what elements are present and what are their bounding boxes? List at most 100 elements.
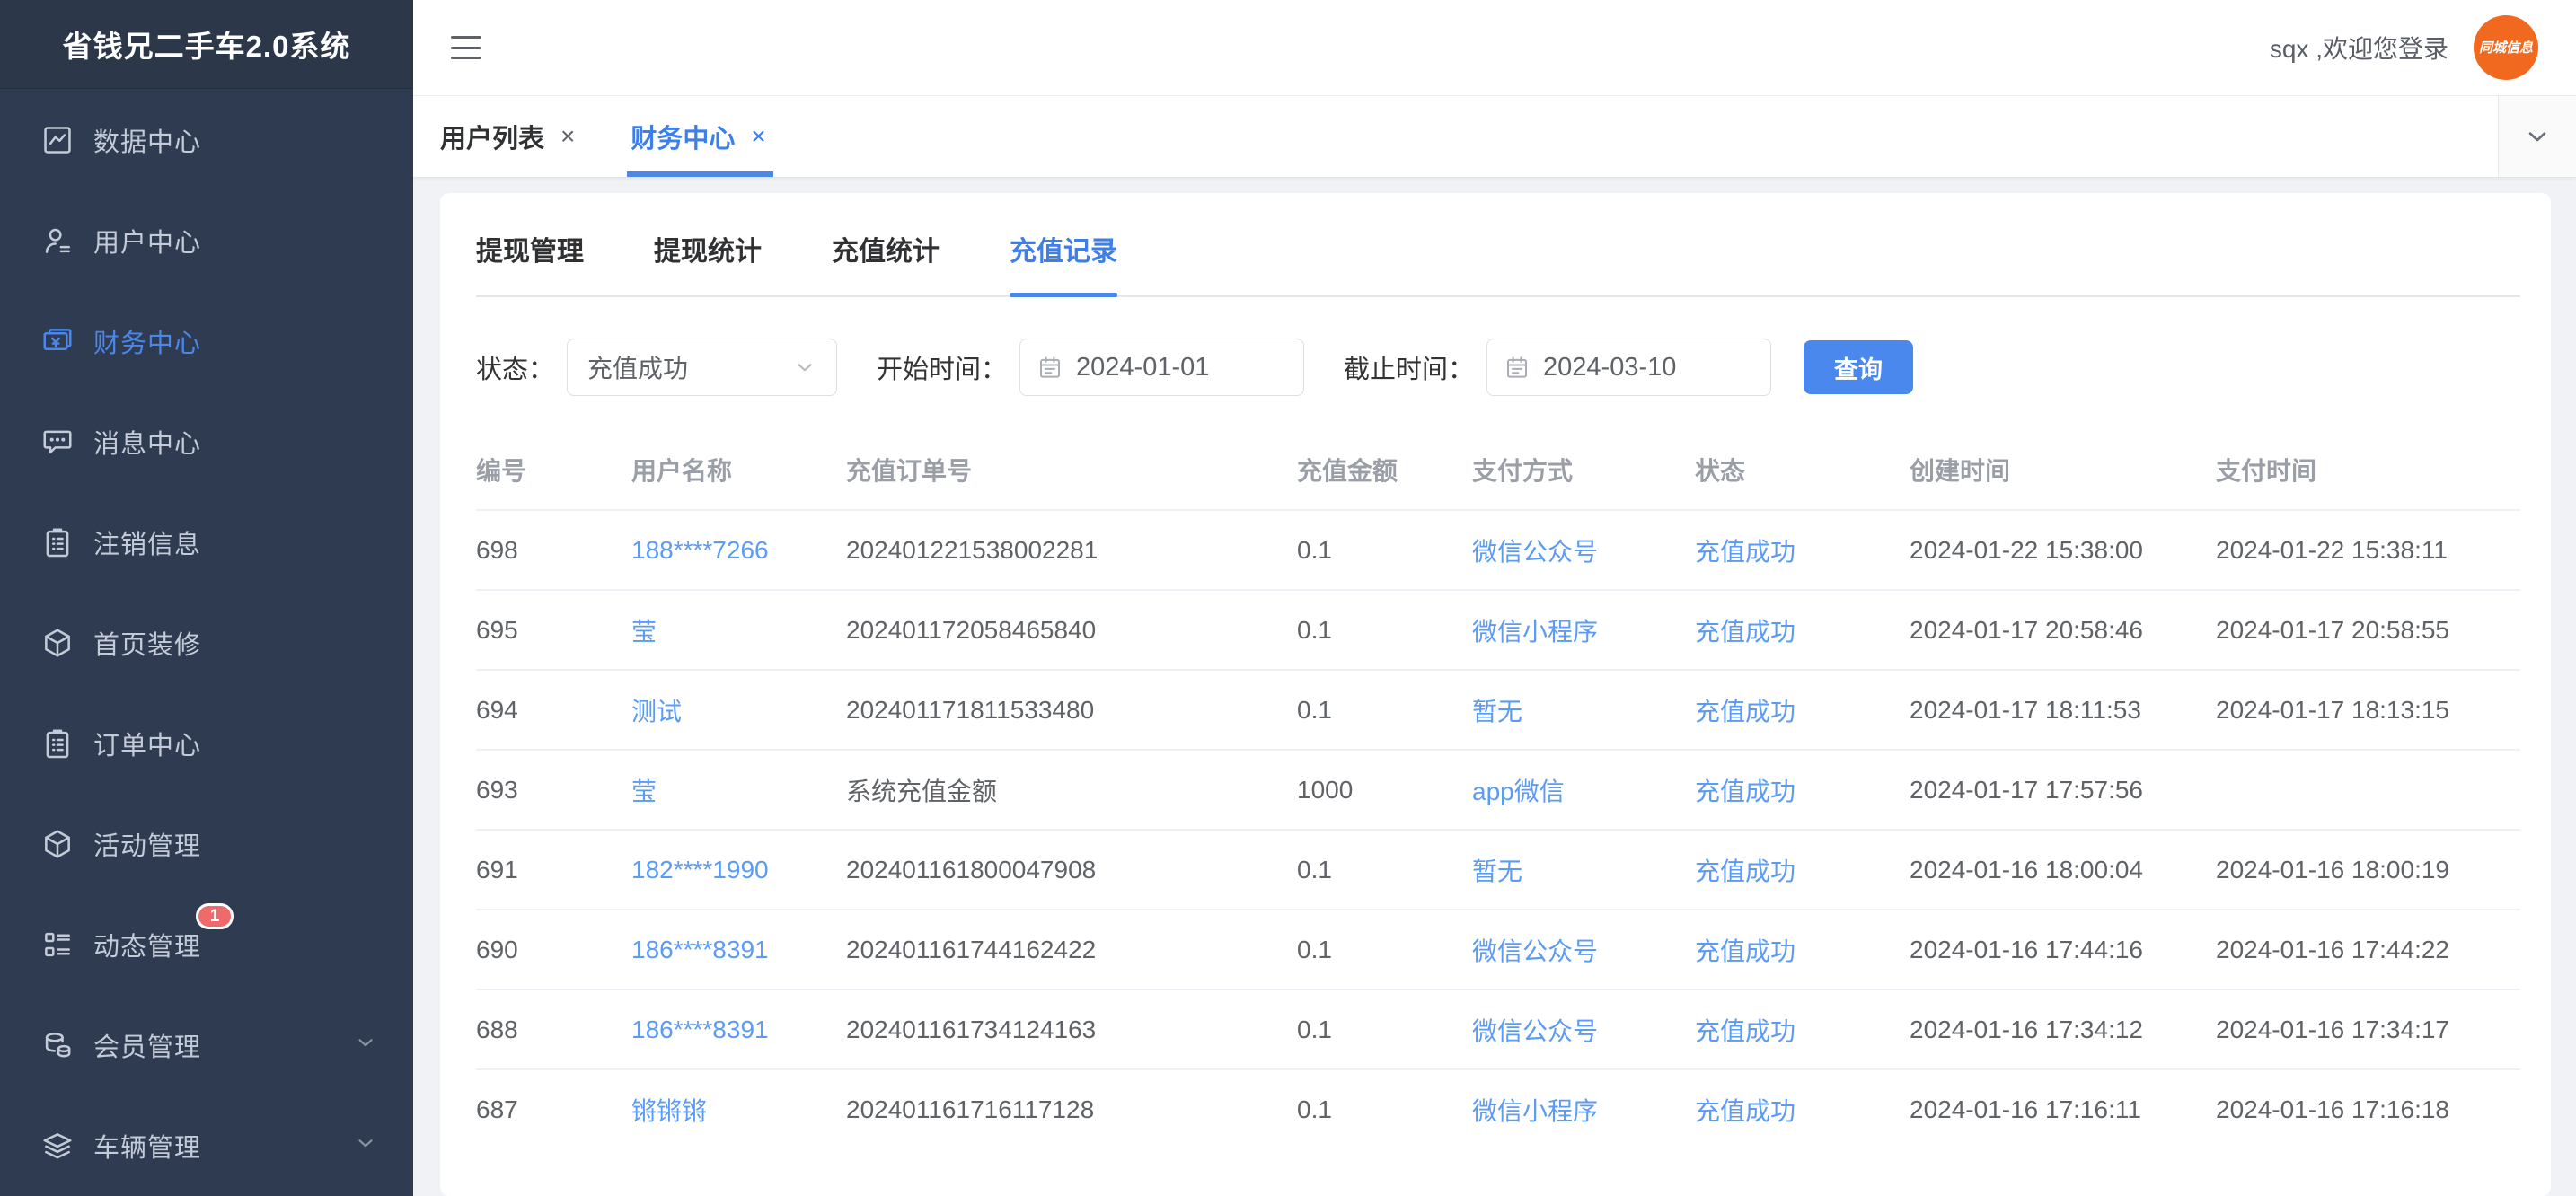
- start-date-label: 开始时间：: [877, 348, 1007, 386]
- sidebar-item[interactable]: 财务中心: [0, 291, 413, 391]
- finance-tab[interactable]: 提现统计: [654, 229, 762, 295]
- sidebar-item[interactable]: 用户中心: [0, 190, 413, 291]
- table-row: 690 186****8391 202401161744162422 0.1 微…: [476, 910, 2520, 989]
- cell-created-at: 2024-01-16 18:00:04: [1910, 830, 2216, 910]
- content-area: 提现管理 提现统计 充值统计 充值记录: [413, 178, 2576, 1196]
- cell-status: 充值成功: [1695, 910, 1910, 989]
- cell-amount: 0.1: [1297, 670, 1472, 750]
- close-icon[interactable]: ×: [751, 122, 765, 151]
- member-manage-icon: [40, 1028, 75, 1062]
- table-header-row: 编号用户名称充值订单号充值金额支付方式状态创建时间支付时间: [476, 439, 2520, 510]
- tab-list-dropdown-button[interactable]: [2498, 96, 2576, 177]
- sidebar-item[interactable]: 注销信息: [0, 492, 413, 593]
- workspace-tabs: 用户列表 × 财务中心 ×: [413, 96, 2498, 177]
- table-header-cell: 用户名称: [631, 439, 846, 510]
- sidebar-item-label: 动态管理: [93, 926, 201, 963]
- app-window: 省钱兄二手车2.0系统 数据中心 用户中心: [0, 0, 2576, 1196]
- sidebar-item[interactable]: 首页装修: [0, 593, 413, 693]
- chevron-down-icon: [2523, 122, 2552, 151]
- start-date-input[interactable]: 2024-01-01: [1019, 339, 1304, 396]
- table-row: 687 锵锵锵 202401161716117128 0.1 微信小程序 充值成…: [476, 1069, 2520, 1149]
- cell-username-link[interactable]: 锵锵锵: [631, 1069, 846, 1149]
- recharge-table: 编号用户名称充值订单号充值金额支付方式状态创建时间支付时间 698 188***…: [476, 439, 2520, 1149]
- cell-amount: 0.1: [1297, 1069, 1472, 1149]
- finance-card: 提现管理 提现统计 充值统计 充值记录: [440, 193, 2551, 1196]
- main-area: sqx ,欢迎您登录 同城信息 用户列表 × 财务中心 ×: [413, 0, 2576, 1196]
- collapse-menu-icon[interactable]: [451, 36, 481, 59]
- end-date-input[interactable]: 2024-03-10: [1486, 339, 1771, 396]
- cell-username-link[interactable]: 莹: [631, 590, 846, 670]
- search-button[interactable]: 查询: [1804, 340, 1913, 394]
- workspace-tab[interactable]: 用户列表 ×: [440, 96, 575, 177]
- cell-status: 充值成功: [1695, 830, 1910, 910]
- finance-tab[interactable]: 提现管理: [476, 229, 584, 295]
- table-header-cell: 支付时间: [2216, 439, 2520, 510]
- topbar-right: sqx ,欢迎您登录 同城信息: [2270, 15, 2538, 80]
- cell-username-link[interactable]: 测试: [631, 670, 846, 750]
- table-row: 688 186****8391 202401161734124163 0.1 微…: [476, 989, 2520, 1069]
- cell-created-at: 2024-01-16 17:44:16: [1910, 910, 2216, 989]
- cell-pay-method: 微信小程序: [1472, 1069, 1695, 1149]
- finance-tab-label: 提现管理: [476, 237, 584, 267]
- sidebar-item[interactable]: 订单中心: [0, 693, 413, 794]
- home-decorate-icon: [40, 626, 75, 660]
- cell-username-link[interactable]: 182****1990: [631, 830, 846, 910]
- close-icon[interactable]: ×: [560, 122, 575, 151]
- cell-id: 698: [476, 510, 631, 590]
- status-select[interactable]: 充值成功: [567, 339, 837, 396]
- cell-id: 693: [476, 750, 631, 830]
- cell-created-at: 2024-01-16 17:16:11: [1910, 1069, 2216, 1149]
- cell-created-at: 2024-01-17 17:57:56: [1910, 750, 2216, 830]
- cell-paid-at: 2024-01-22 15:38:11: [2216, 510, 2520, 590]
- sidebar-item[interactable]: 动态管理 1: [0, 894, 413, 995]
- finance-tab[interactable]: 充值统计: [832, 229, 940, 295]
- cell-id: 690: [476, 910, 631, 989]
- activity-manage-icon: [40, 827, 75, 861]
- order-center-icon: [40, 726, 75, 761]
- cell-status: 充值成功: [1695, 590, 1910, 670]
- cell-created-at: 2024-01-17 20:58:46: [1910, 590, 2216, 670]
- cell-created-at: 2024-01-16 17:34:12: [1910, 989, 2216, 1069]
- cell-username-link[interactable]: 186****8391: [631, 910, 846, 989]
- finance-tab-label: 提现统计: [654, 237, 762, 267]
- cell-pay-method: 微信公众号: [1472, 510, 1695, 590]
- topbar: sqx ,欢迎您登录 同城信息: [413, 0, 2576, 96]
- message-center-icon: [40, 425, 75, 459]
- avatar[interactable]: 同城信息: [2474, 15, 2538, 80]
- table-row: 691 182****1990 202401161800047908 0.1 暂…: [476, 830, 2520, 910]
- filter-bar: 状态： 充值成功 开始时间： 2024-01-01 截止时间：: [476, 339, 2520, 396]
- sidebar-item[interactable]: 车辆管理: [0, 1095, 413, 1196]
- start-date-value: 2024-01-01: [1076, 353, 1209, 383]
- calendar-icon: [1504, 354, 1531, 381]
- dynamic-manage-icon: [40, 928, 75, 962]
- cell-id: 688: [476, 989, 631, 1069]
- sidebar-item-label: 首页装修: [93, 624, 201, 662]
- cell-order-no: 202401161734124163: [846, 989, 1297, 1069]
- sidebar-item-label: 用户中心: [93, 222, 201, 259]
- cell-created-at: 2024-01-22 15:38:00: [1910, 510, 2216, 590]
- cell-username-link[interactable]: 186****8391: [631, 989, 846, 1069]
- cell-status: 充值成功: [1695, 510, 1910, 590]
- cell-amount: 0.1: [1297, 510, 1472, 590]
- cell-username-link[interactable]: 188****7266: [631, 510, 846, 590]
- workspace-tab[interactable]: 财务中心 ×: [631, 96, 765, 177]
- sidebar-item[interactable]: 活动管理: [0, 794, 413, 894]
- table-header-cell: 状态: [1695, 439, 1910, 510]
- cell-pay-method: 暂无: [1472, 670, 1695, 750]
- sidebar-item-label: 消息中心: [93, 423, 201, 461]
- sidebar-item[interactable]: 消息中心: [0, 391, 413, 492]
- cell-id: 691: [476, 830, 631, 910]
- cell-amount: 0.1: [1297, 910, 1472, 989]
- workspace-tabbar: 用户列表 × 财务中心 ×: [413, 96, 2576, 178]
- cell-paid-at: 2024-01-16 18:00:19: [2216, 830, 2520, 910]
- finance-tab[interactable]: 充值记录: [1010, 229, 1117, 295]
- sidebar-item[interactable]: 会员管理: [0, 995, 413, 1095]
- sidebar-item[interactable]: 数据中心: [0, 90, 413, 190]
- cell-id: 687: [476, 1069, 631, 1149]
- logout-info-icon: [40, 525, 75, 559]
- cell-username-link[interactable]: 莹: [631, 750, 846, 830]
- cell-created-at: 2024-01-17 18:11:53: [1910, 670, 2216, 750]
- chevron-down-icon: [354, 1031, 377, 1060]
- notification-badge: 1: [196, 903, 234, 929]
- table-row: 693 莹 系统充值金额 1000 app微信 充值成功 2024-01-17 …: [476, 750, 2520, 830]
